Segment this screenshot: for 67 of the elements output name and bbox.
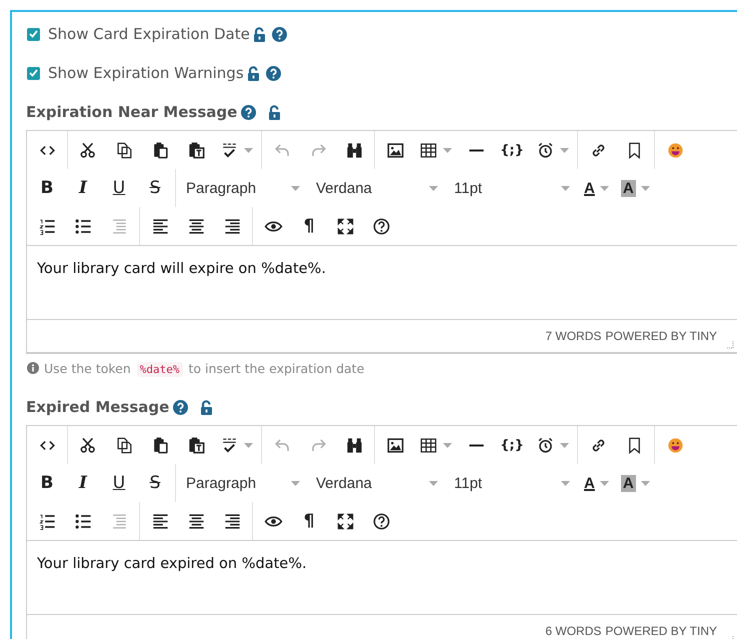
bold-button[interactable]: B: [29, 468, 65, 498]
checkbox-label: Show Card Expiration Date: [48, 25, 250, 43]
word-count: 6 WORDS: [545, 624, 602, 638]
alarm-clock-icon: [536, 140, 555, 160]
unlock-icon[interactable]: [246, 66, 260, 80]
checkbox-label: Show Expiration Warnings: [48, 64, 244, 82]
field-label: Expiration Near Message: [26, 103, 238, 121]
bold-button[interactable]: B: [29, 173, 65, 203]
branding-link[interactable]: POWERED BY TINY: [605, 624, 717, 638]
caret-icon: [560, 442, 569, 448]
caret-icon: [600, 480, 609, 486]
caret-icon: [291, 480, 300, 486]
alarm-clock-icon: [536, 436, 555, 454]
spellcheck-icon: [220, 140, 239, 160]
paragraph-mark-button[interactable]: ¶: [291, 506, 327, 536]
checkbox[interactable]: [27, 28, 40, 40]
help-icon[interactable]: [241, 104, 256, 120]
dropdown[interactable]: Paragraph: [178, 173, 308, 203]
editor-text[interactable]: Your library card will expire on %date%.: [27, 245, 737, 319]
dropdown[interactable]: Verdana: [308, 173, 446, 203]
unlock-icon[interactable]: [252, 26, 266, 42]
resize-handle-icon[interactable]: [725, 340, 734, 349]
underline-button[interactable]: U: [101, 468, 137, 498]
strikethrough-button[interactable]: S: [137, 173, 173, 203]
text-color-button[interactable]: A: [578, 173, 615, 203]
editor-text[interactable]: Your library card expired on %date%.: [27, 540, 737, 614]
checkbox[interactable]: [27, 66, 40, 80]
caret-icon: [561, 186, 570, 190]
caret-icon: [429, 186, 438, 190]
caret-icon: [560, 148, 569, 152]
background-color-button[interactable]: A: [614, 173, 656, 203]
caret-icon: [291, 186, 300, 190]
italic-button[interactable]: I: [65, 468, 101, 498]
dropdown[interactable]: Verdana: [308, 468, 446, 498]
word-count: 7 WORDS: [545, 329, 602, 343]
help-icon[interactable]: [266, 66, 281, 80]
caret-icon: [600, 186, 609, 190]
table-icon: [419, 140, 438, 160]
unlock-icon[interactable]: [268, 104, 282, 120]
code-sample-button[interactable]: {;}: [494, 135, 530, 165]
caret-icon: [443, 442, 452, 448]
field-label: Expired Message: [26, 398, 170, 416]
text-color-button[interactable]: A: [578, 468, 615, 498]
caret-icon: [244, 148, 253, 152]
code-sample-button[interactable]: {;}: [494, 430, 530, 460]
dropdown[interactable]: 11pt: [446, 173, 578, 203]
background-color-button[interactable]: A: [614, 468, 656, 498]
spellcheck-icon: [220, 436, 239, 454]
caret-icon: [443, 148, 452, 152]
info-icon: [27, 362, 39, 374]
help-icon[interactable]: [272, 26, 287, 42]
branding-link[interactable]: POWERED BY TINY: [605, 329, 717, 343]
hint-text: Use the token %date% to insert the expiration date: [44, 360, 364, 376]
help-icon[interactable]: [173, 400, 188, 414]
caret-icon: [429, 480, 438, 486]
paragraph-mark-button[interactable]: ¶: [291, 211, 327, 241]
caret-icon: [640, 480, 650, 486]
dropdown[interactable]: Paragraph: [178, 468, 308, 498]
underline-button[interactable]: U: [101, 173, 137, 203]
table-icon: [419, 436, 438, 454]
unlock-icon[interactable]: [200, 400, 214, 414]
caret-icon: [561, 480, 570, 486]
dropdown[interactable]: 11pt: [446, 468, 578, 498]
caret-icon: [244, 442, 253, 448]
italic-button[interactable]: I: [65, 173, 101, 203]
strikethrough-button[interactable]: S: [137, 468, 173, 498]
caret-icon: [640, 186, 650, 190]
